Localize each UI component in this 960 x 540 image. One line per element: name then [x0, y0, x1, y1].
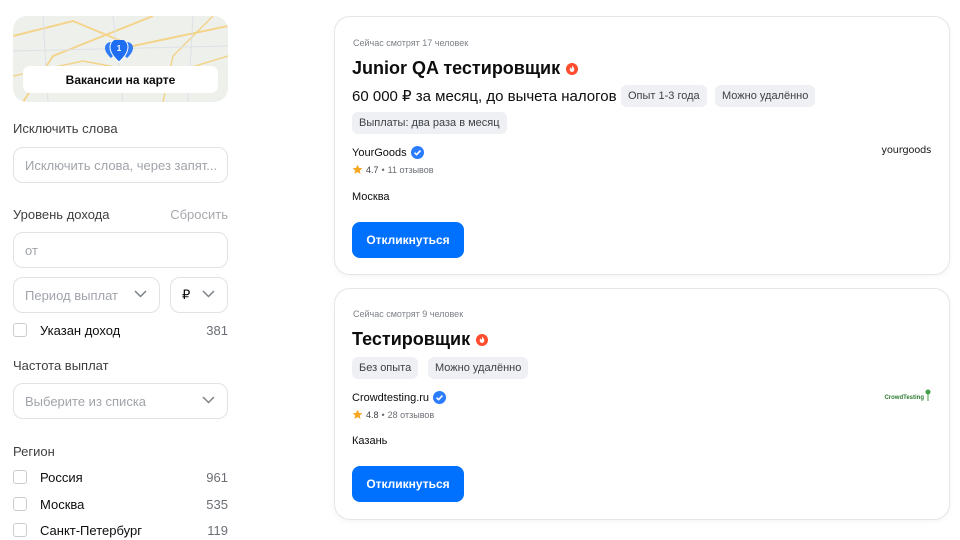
- salary-text: 60 000 ₽ за месяц, до вычета налогов: [352, 88, 617, 105]
- region-item-moscow[interactable]: Москва 535: [13, 494, 228, 514]
- rating-separator: •: [381, 164, 385, 175]
- vacancy-card[interactable]: Сейчас смотрят 17 человек Junior QA тест…: [334, 16, 950, 275]
- region-checkbox[interactable]: [13, 497, 27, 511]
- company-logo-text: CrowdTesting: [884, 395, 924, 401]
- income-specified-checkbox[interactable]: [13, 323, 27, 337]
- payment-frequency-placeholder: Выберите из списка: [25, 393, 147, 409]
- logo-pin-icon: [925, 389, 931, 401]
- exclude-words-placeholder: Исключить слова, через запят...: [25, 157, 218, 173]
- respond-button[interactable]: Откликнуться: [352, 466, 464, 502]
- viewers-count: Сейчас смотрят 17 человек: [353, 38, 469, 48]
- company-rating[interactable]: 4.7 • 11 отзывов: [352, 164, 434, 175]
- region-item-count: 119: [207, 522, 228, 538]
- company-name[interactable]: YourGoods: [352, 146, 424, 159]
- income-from-input[interactable]: от: [13, 232, 228, 268]
- region-label: Регион: [13, 444, 55, 459]
- income-level-label: Уровень дохода: [13, 207, 110, 222]
- verified-icon: [410, 146, 424, 159]
- payment-frequency-select[interactable]: Выберите из списка: [13, 383, 228, 419]
- region-item-count: 961: [206, 469, 228, 485]
- exclude-words-label: Исключить слова: [13, 121, 118, 136]
- region-item-label: Санкт-Петербург: [40, 522, 142, 538]
- map-pin-count: 1: [117, 44, 122, 53]
- remote-tag: Можно удалённо: [428, 357, 529, 379]
- vacancy-city: Казань: [352, 435, 388, 447]
- income-specified-filter[interactable]: Указан доход 381: [13, 320, 228, 340]
- reviews-count: 28 отзывов: [387, 409, 435, 420]
- company-name[interactable]: Crowdtesting.ru: [352, 391, 447, 404]
- vacancy-title[interactable]: Тестировщик: [352, 329, 489, 350]
- respond-button[interactable]: Откликнуться: [352, 222, 464, 258]
- rating-separator: •: [381, 409, 385, 420]
- experience-tag: Без опыта: [352, 357, 419, 379]
- income-specified-count: 381: [206, 322, 228, 338]
- remote-tag: Можно удалённо: [715, 85, 816, 107]
- region-item-count: 535: [206, 496, 228, 512]
- exclude-words-input[interactable]: Исключить слова, через запят...: [13, 147, 228, 183]
- income-reset-link[interactable]: Сбросить: [170, 207, 228, 222]
- experience-tag: Опыт 1-3 года: [621, 85, 707, 107]
- region-item-label: Россия: [40, 469, 83, 485]
- company-rating[interactable]: 4.8 • 28 отзывов: [352, 409, 434, 420]
- star-icon: [352, 164, 363, 174]
- viewers-count: Сейчас смотрят 9 человек: [353, 309, 464, 319]
- company-logo: CrowdTesting: [884, 389, 931, 401]
- chevron-down-icon: [202, 290, 215, 298]
- payment-frequency-label: Частота выплат: [13, 358, 109, 373]
- vacancy-city: Москва: [352, 191, 390, 203]
- rating-score: 4.7: [366, 164, 379, 175]
- hot-vacancy-icon: [566, 62, 579, 75]
- region-item-spb[interactable]: Санкт-Петербург 119: [13, 520, 228, 540]
- region-item-russia[interactable]: Россия 961: [13, 467, 228, 487]
- rating-score: 4.8: [366, 409, 379, 420]
- payment-tag: Выплаты: два раза в месяц: [352, 112, 507, 134]
- vacancy-title[interactable]: Junior QA тестировщик: [352, 58, 579, 79]
- chevron-down-icon: [202, 396, 215, 404]
- vacancy-title-text: Тестировщик: [352, 329, 471, 349]
- currency-value: ₽: [182, 287, 191, 302]
- reviews-count: 11 отзывов: [387, 164, 434, 175]
- company-logo: yourgoods: [881, 145, 931, 156]
- star-icon: [352, 409, 363, 419]
- region-checkbox[interactable]: [13, 523, 27, 537]
- income-specified-label: Указан доход: [40, 322, 121, 338]
- payment-period-select[interactable]: Период выплат: [13, 277, 160, 313]
- payment-period-placeholder: Период выплат: [25, 287, 118, 303]
- hot-vacancy-icon: [476, 333, 489, 346]
- vacancies-on-map-button[interactable]: Вакансии на карте: [23, 66, 218, 93]
- region-item-label: Москва: [40, 496, 85, 512]
- income-from-placeholder: от: [25, 242, 38, 258]
- map-preview[interactable]: 1 Вакансии на карте: [13, 16, 228, 102]
- currency-select[interactable]: ₽: [170, 277, 228, 313]
- vacancy-title-text: Junior QA тестировщик: [352, 58, 561, 78]
- chevron-down-icon: [134, 290, 147, 298]
- region-checkbox[interactable]: [13, 470, 27, 484]
- vacancy-card[interactable]: Сейчас смотрят 9 человек Тестировщик Без…: [334, 288, 950, 520]
- company-name-text: Crowdtesting.ru: [352, 391, 430, 404]
- verified-icon: [433, 391, 447, 404]
- company-name-text: YourGoods: [352, 146, 407, 159]
